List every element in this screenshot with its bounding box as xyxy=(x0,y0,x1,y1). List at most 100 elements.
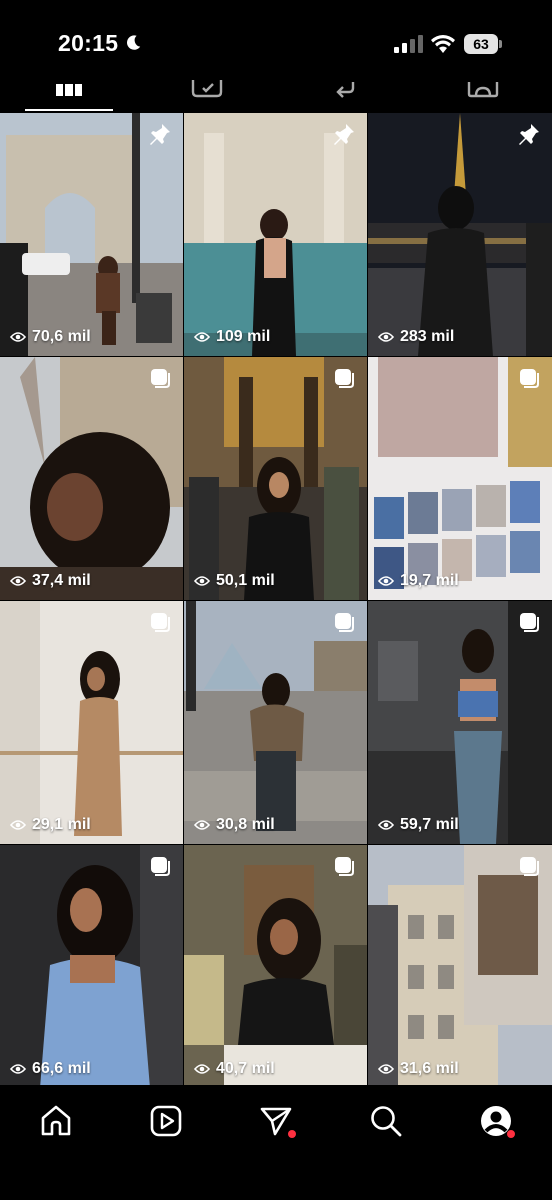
multi-icon xyxy=(520,857,539,876)
view-count: 283 mil xyxy=(378,328,454,346)
view-count-text: 70,6 mil xyxy=(32,328,91,345)
tab-reels[interactable] xyxy=(138,78,276,112)
battery-level: 63 xyxy=(464,34,498,54)
view-count-text: 40,7 mil xyxy=(216,1060,275,1077)
battery-tip xyxy=(499,40,502,48)
view-count: 29,1 mil xyxy=(10,816,91,834)
pin-icon xyxy=(334,124,354,145)
status-time: 20:15 xyxy=(58,30,119,56)
nav-profile[interactable] xyxy=(478,1103,518,1143)
post-photo xyxy=(0,357,183,600)
eye-icon xyxy=(194,576,210,586)
tab-tagged[interactable] xyxy=(414,78,552,112)
view-count: 109 mil xyxy=(194,328,270,346)
repost-icon xyxy=(336,82,355,98)
view-count-text: 59,7 mil xyxy=(400,816,459,833)
tab-posts-grid[interactable] xyxy=(0,78,138,112)
post-photo xyxy=(184,845,367,1088)
search-icon xyxy=(371,1106,402,1137)
view-count: 19,7 mil xyxy=(378,572,459,590)
post-tile[interactable]: 30,8 mil xyxy=(184,601,367,844)
post-photo xyxy=(368,113,552,356)
view-count: 50,1 mil xyxy=(194,572,275,590)
eye-icon xyxy=(10,820,26,830)
view-count: 70,6 mil xyxy=(10,328,91,346)
eye-icon xyxy=(10,576,26,586)
view-count-text: 19,7 mil xyxy=(400,572,459,589)
view-count: 40,7 mil xyxy=(194,1060,275,1078)
grid-icon xyxy=(56,84,82,96)
post-tile[interactable]: 29,1 mil xyxy=(0,601,183,844)
view-count: 30,8 mil xyxy=(194,816,275,834)
view-count-text: 29,1 mil xyxy=(32,816,91,833)
reels-icon xyxy=(150,1105,182,1137)
post-tile[interactable]: 31,6 mil xyxy=(368,845,552,1088)
view-count: 37,4 mil xyxy=(10,572,91,590)
reels-icon xyxy=(191,80,223,98)
nav-home[interactable] xyxy=(38,1103,78,1143)
post-photo xyxy=(0,113,183,356)
post-tile[interactable]: 50,1 mil xyxy=(184,357,367,600)
moon-icon xyxy=(127,35,141,50)
nav-reels[interactable] xyxy=(148,1103,188,1143)
multi-icon xyxy=(151,857,170,876)
wifi-icon xyxy=(431,35,455,53)
post-tile[interactable]: 40,7 mil xyxy=(184,845,367,1088)
eye-icon xyxy=(194,332,210,342)
pin-icon xyxy=(519,124,539,145)
multi-icon xyxy=(151,369,170,388)
battery-icon: 63 xyxy=(464,34,502,54)
multi-icon xyxy=(151,613,170,632)
post-photo xyxy=(368,357,552,600)
eye-icon xyxy=(378,1064,394,1074)
profile-tabs xyxy=(0,78,552,112)
eye-icon xyxy=(194,820,210,830)
post-tile[interactable]: 283 mil xyxy=(368,113,552,356)
status-bar: 20:15 63 xyxy=(0,0,552,80)
eye-icon xyxy=(378,332,394,342)
view-count-text: 66,6 mil xyxy=(32,1060,91,1077)
post-tile[interactable]: 66,6 mil xyxy=(0,845,183,1088)
multi-icon xyxy=(335,369,354,388)
view-count-text: 109 mil xyxy=(216,328,271,345)
multi-icon xyxy=(520,613,539,632)
post-tile[interactable]: 37,4 mil xyxy=(0,357,183,600)
view-count: 66,6 mil xyxy=(10,1060,91,1078)
post-tile[interactable]: 59,7 mil xyxy=(368,601,552,844)
view-count: 59,7 mil xyxy=(378,816,459,834)
profile-notification-dot xyxy=(507,1130,515,1138)
nav-search[interactable] xyxy=(368,1103,408,1143)
post-photo xyxy=(0,601,183,844)
bottom-nav xyxy=(0,1085,552,1200)
tab-reposts[interactable] xyxy=(276,78,414,112)
view-count: 31,6 mil xyxy=(378,1060,459,1078)
view-count-text: 31,6 mil xyxy=(400,1060,459,1077)
eye-icon xyxy=(378,576,394,586)
messages-notification-dot xyxy=(288,1130,296,1138)
view-count-text: 50,1 mil xyxy=(216,572,275,589)
eye-icon xyxy=(194,1064,210,1074)
tagged-icon xyxy=(467,82,499,98)
pin-icon xyxy=(150,124,170,145)
eye-icon xyxy=(10,332,26,342)
post-photo xyxy=(368,845,552,1088)
home-icon xyxy=(41,1105,71,1136)
multi-icon xyxy=(520,369,539,388)
view-count-text: 37,4 mil xyxy=(32,572,91,589)
view-count-text: 283 mil xyxy=(400,328,455,345)
multi-icon xyxy=(335,613,354,632)
post-tile[interactable]: 109 mil xyxy=(184,113,367,356)
multi-icon xyxy=(335,857,354,876)
post-photo xyxy=(368,601,552,844)
signal-icon xyxy=(394,35,423,53)
post-photo xyxy=(0,845,183,1088)
active-tab-indicator xyxy=(25,109,113,111)
nav-messages[interactable] xyxy=(258,1103,298,1143)
post-photo xyxy=(184,113,367,356)
posts-grid: 70,6 mil 109 mil 283 mil 37,4 mil 50,1 m… xyxy=(0,113,552,1088)
post-tile[interactable]: 70,6 mil xyxy=(0,113,183,356)
eye-icon xyxy=(378,820,394,830)
post-photo xyxy=(184,601,367,844)
eye-icon xyxy=(10,1064,26,1074)
post-tile[interactable]: 19,7 mil xyxy=(368,357,552,600)
